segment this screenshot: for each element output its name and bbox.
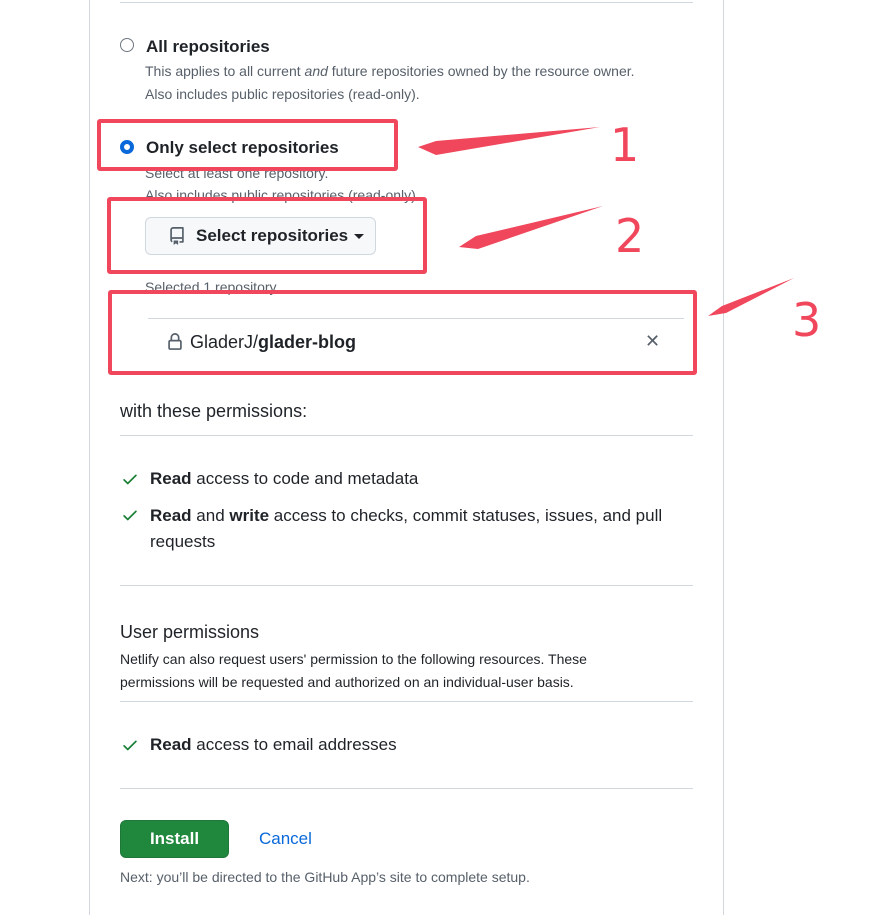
annotation-number-2: 2: [615, 209, 645, 263]
install-page: All repositories This applies to all cur…: [0, 0, 870, 915]
annotation-arrows: [418, 127, 794, 316]
annotation-arrow-1: [418, 127, 600, 155]
annotation-number-3: 3: [792, 293, 822, 347]
annotation-arrow-2: [459, 206, 603, 249]
annotation-number-1: 1: [610, 118, 640, 172]
annotation-arrow-3: [708, 278, 794, 316]
